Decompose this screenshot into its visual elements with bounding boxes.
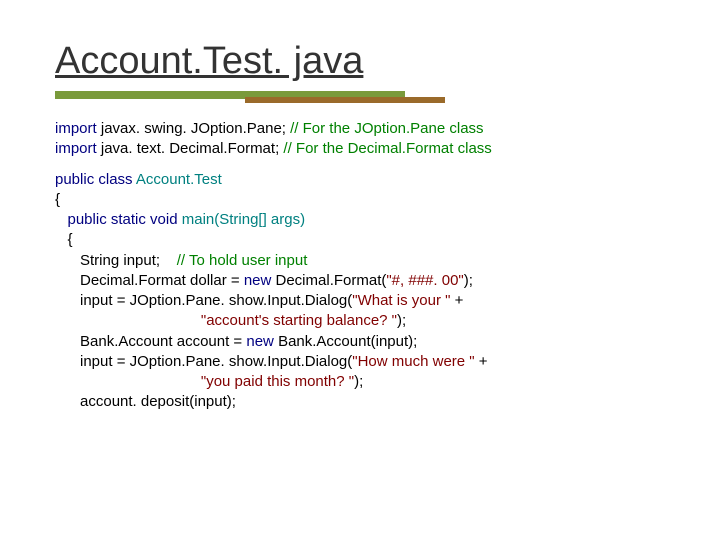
code-text: + [475, 353, 488, 370]
string-literal: "How much were " [352, 353, 474, 370]
accent-bar [55, 91, 665, 105]
brace-open: { [55, 191, 60, 208]
bar-brown [245, 97, 445, 103]
code-block: import javax. swing. JOption.Pane; // Fo… [55, 119, 665, 413]
string-literal: "What is your " [352, 292, 450, 309]
code-text: Bank.Account account = [55, 333, 246, 350]
slide-content: Account.Test. java import javax. swing. … [0, 0, 720, 433]
comment: // For the JOption.Pane class [290, 120, 483, 137]
string-literal: "#, ###. 00" [386, 272, 463, 289]
code-text: Decimal.Format dollar = [55, 272, 244, 289]
code-text: + [450, 292, 463, 309]
comment: // To hold user input [177, 252, 308, 269]
kw-public-class: public class [55, 171, 136, 188]
comment: // For the Decimal.Format class [283, 140, 491, 157]
kw-new: new [246, 333, 274, 350]
string-literal: "you paid this month? " [201, 373, 354, 390]
code-text: String input; [55, 252, 177, 269]
code-text: ); [354, 373, 363, 390]
code-text: input = JOption.Pane. show.Input.Dialog( [55, 292, 352, 309]
brace-open: { [55, 231, 73, 248]
code-text: input = JOption.Pane. show.Input.Dialog( [55, 353, 352, 370]
code-text: account. deposit(input); [55, 393, 236, 410]
page-title: Account.Test. java [55, 40, 665, 83]
blank-line [55, 160, 665, 170]
code-text: ); [464, 272, 473, 289]
method-name: main(String[] args) [182, 211, 305, 228]
kw-import: import [55, 140, 97, 157]
string-literal: "account's starting balance? " [201, 312, 397, 329]
code-text: java. text. Decimal.Format; [97, 140, 284, 157]
code-text [55, 312, 201, 329]
code-text: Decimal.Format( [271, 272, 386, 289]
code-text: ); [397, 312, 406, 329]
code-text: Bank.Account(input); [274, 333, 417, 350]
code-text: javax. swing. JOption.Pane; [97, 120, 290, 137]
kw-method-sig: public static void [55, 211, 182, 228]
code-text [55, 373, 201, 390]
class-name: Account.Test [136, 171, 222, 188]
kw-new: new [244, 272, 272, 289]
kw-import: import [55, 120, 97, 137]
